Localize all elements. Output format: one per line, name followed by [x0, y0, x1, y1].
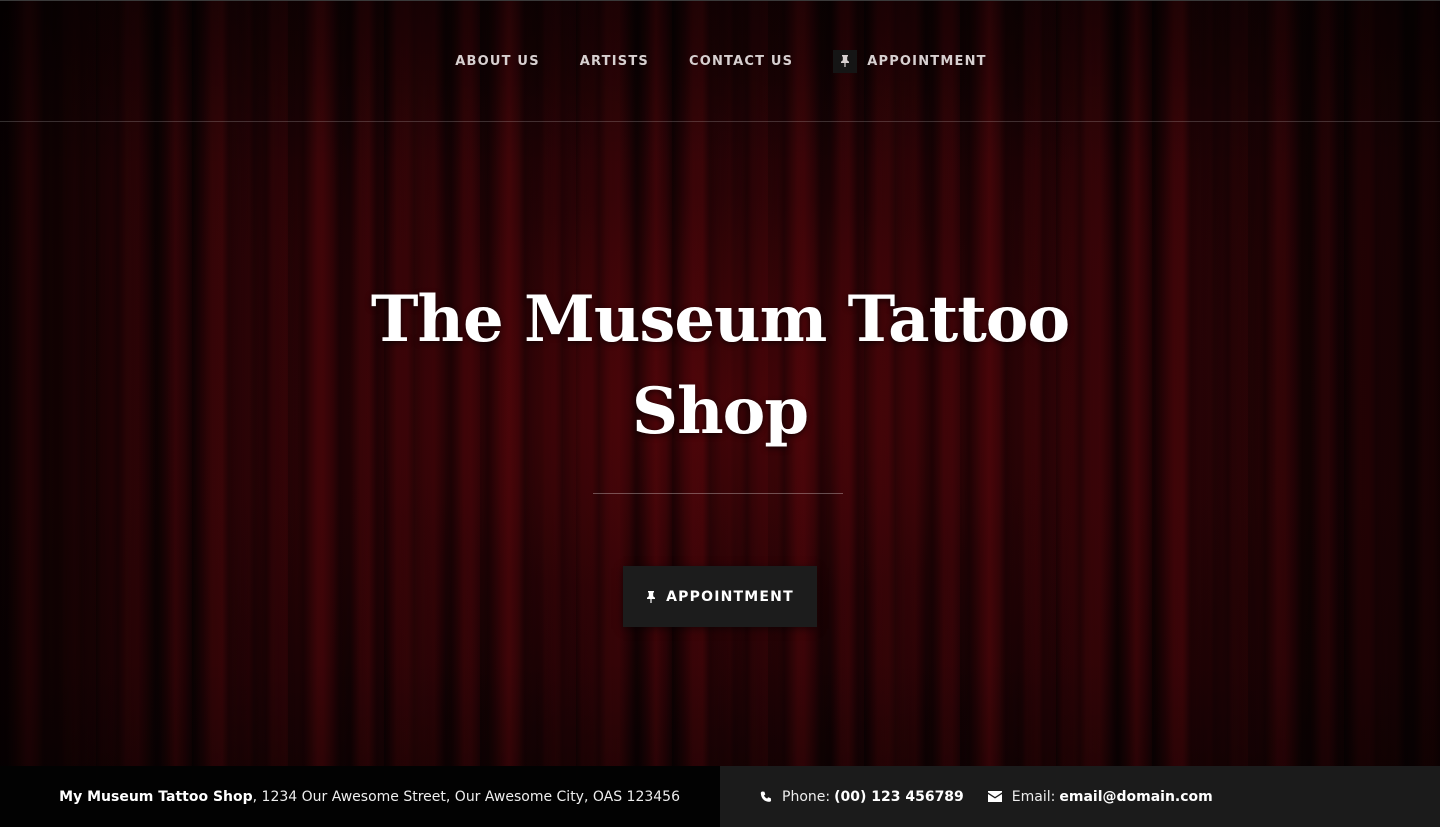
title-line-2: Shop: [631, 374, 809, 449]
nav-item-contact-us[interactable]: CONTACT US: [689, 54, 793, 69]
shop-address: , 1234 Our Awesome Street, Our Awesome C…: [252, 788, 680, 805]
hero-section: The Museum Tattoo Shop APPOINTMENT: [0, 122, 1440, 766]
phone-contact: Phone: (00) 123 456789: [760, 789, 964, 805]
email-label: Email:: [1011, 788, 1056, 805]
nav-item-artists[interactable]: ARTISTS: [580, 54, 649, 69]
pin-icon: [833, 49, 858, 73]
title-line-1: The Museum Tattoo: [370, 282, 1070, 357]
nav-item-appointment-label: APPOINTMENT: [867, 53, 987, 69]
appointment-button[interactable]: APPOINTMENT: [623, 566, 817, 627]
nav-item-appointment[interactable]: APPOINTMENT: [833, 49, 987, 73]
nav-item-about-us[interactable]: ABOUT US: [455, 54, 540, 69]
phone-link[interactable]: (00) 123 456789: [834, 789, 964, 805]
nav-menu: ABOUT US ARTISTS CONTACT US APPOINTMENT: [455, 49, 987, 73]
main-navigation: ABOUT US ARTISTS CONTACT US APPOINTMENT: [0, 1, 1440, 122]
phone-icon: [760, 791, 772, 803]
footer-contacts: Phone: (00) 123 456789 Email: email@doma…: [720, 766, 1440, 827]
appointment-button-label: APPOINTMENT: [666, 588, 794, 605]
email-contact: Email: email@domain.com: [987, 788, 1213, 805]
email-link[interactable]: email@domain.com: [1059, 789, 1212, 805]
shop-name: My Museum Tattoo Shop: [59, 788, 253, 805]
page-title: The Museum Tattoo Shop: [0, 274, 1440, 458]
footer-bar: My Museum Tattoo Shop, 1234 Our Awesome …: [0, 766, 1440, 827]
phone-label: Phone:: [782, 788, 831, 805]
divider: [593, 493, 843, 494]
envelope-icon: [987, 791, 1002, 802]
pin-icon: [646, 590, 656, 603]
footer-address: My Museum Tattoo Shop, 1234 Our Awesome …: [0, 766, 720, 827]
